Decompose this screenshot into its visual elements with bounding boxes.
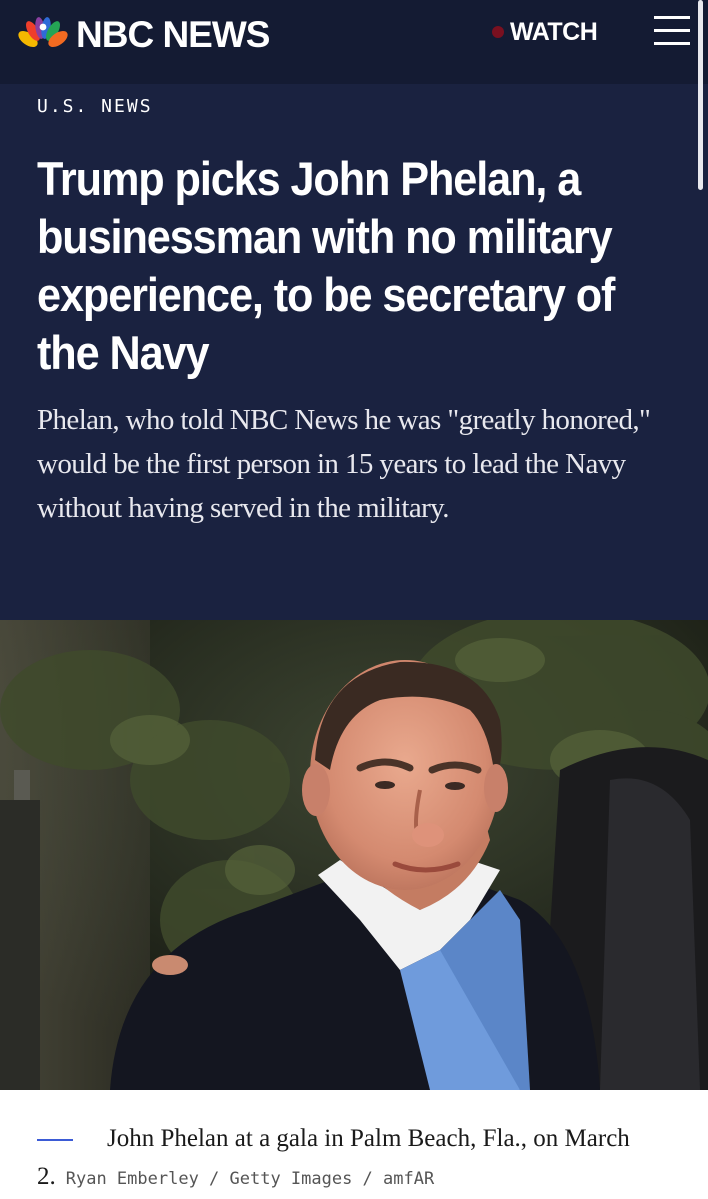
watch-live-link[interactable]: WATCH bbox=[492, 14, 598, 50]
nbc-peacock-logo-icon bbox=[18, 17, 68, 47]
site-header: NBC NEWS WATCH bbox=[0, 0, 708, 84]
menu-bar bbox=[654, 42, 690, 45]
logo-wordmark: NBC NEWS bbox=[76, 13, 270, 55]
section-label-link[interactable]: U.S. NEWS bbox=[37, 96, 153, 117]
hamburger-menu-icon[interactable] bbox=[654, 16, 690, 46]
live-dot-icon bbox=[492, 26, 504, 38]
article-dek: Phelan, who told NBC News he was "greatl… bbox=[37, 404, 651, 524]
photo-credit: Ryan Emberley / Getty Images / amfAR bbox=[65, 1169, 435, 1189]
page-scrollbar[interactable] bbox=[698, 0, 703, 190]
menu-bar bbox=[654, 16, 690, 19]
lead-photo-image bbox=[0, 620, 708, 1090]
article-lead-photo bbox=[0, 620, 708, 1090]
article-page: NBC NEWS WATCH U.S. NEWS Trump picks Joh… bbox=[0, 0, 708, 1199]
photo-caption-area: John Phelan at a gala in Palm Beach, Fla… bbox=[0, 1090, 708, 1199]
nbc-news-logo-link[interactable]: NBC NEWS bbox=[18, 12, 270, 56]
article-hero: NBC NEWS WATCH U.S. NEWS Trump picks Joh… bbox=[0, 0, 708, 620]
article-headline: Trump picks John Phelan, a businessman w… bbox=[37, 152, 615, 379]
watch-label: WATCH bbox=[510, 17, 598, 46]
menu-bar bbox=[654, 29, 690, 32]
photo-caption: John Phelan at a gala in Palm Beach, Fla… bbox=[37, 1120, 677, 1198]
